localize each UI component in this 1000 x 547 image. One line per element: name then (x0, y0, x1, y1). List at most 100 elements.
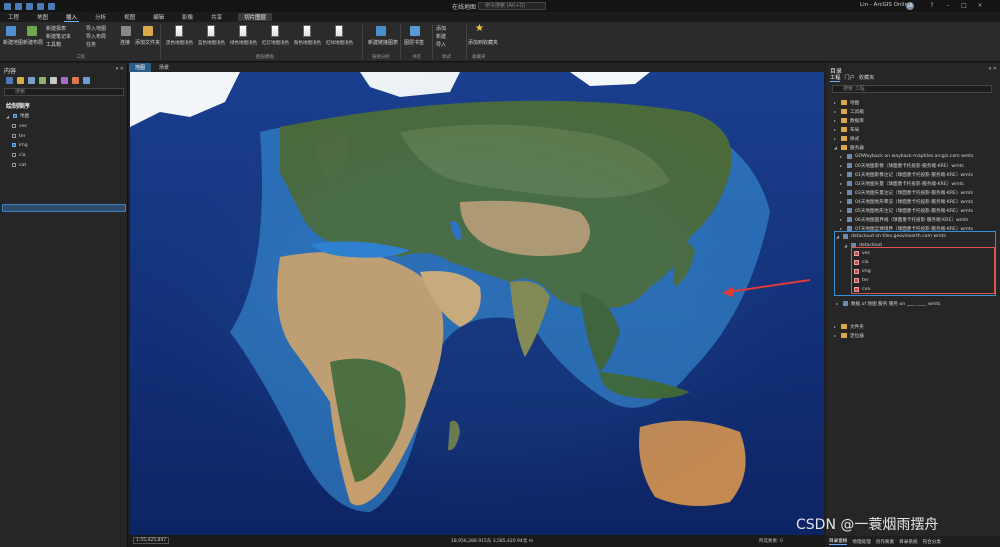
expand-arrow-icon[interactable]: ◢ (6, 114, 10, 119)
layer-row-cia[interactable]: cia (12, 151, 26, 159)
tab-project[interactable]: 工程 (830, 74, 841, 82)
expand-arrow-icon[interactable]: ▸ (834, 118, 838, 123)
layer-row-ter[interactable]: ter (12, 132, 26, 140)
maximize-icon[interactable]: □ (960, 2, 968, 10)
redo-icon[interactable] (48, 2, 55, 10)
layer-checkbox[interactable] (12, 134, 16, 138)
tab-view[interactable]: 视图 (122, 13, 137, 21)
catalog-item-toolboxes[interactable]: ▸ 工具箱 (834, 108, 864, 115)
server-connection[interactable]: ▸ 00天地图影像（球面墨卡托投影-服务端-KRE）wmts (840, 162, 964, 169)
new-report-button[interactable]: 新建报表 (46, 25, 66, 32)
server-connection[interactable]: ▸ 06天地图国界线（球面墨卡托投影-服务端-KRE）wmts (840, 216, 968, 223)
toolbox-button[interactable]: 工具箱 (46, 41, 61, 48)
save-icon[interactable] (26, 2, 33, 10)
tab-catalog-system[interactable]: 目录系统 (899, 539, 917, 545)
tab-map[interactable]: 地图 (35, 13, 50, 21)
list-by-snapping-icon[interactable] (50, 77, 57, 84)
command-search-input[interactable]: 命令搜索 (Alt+Q) (478, 2, 546, 10)
expand-arrow-icon[interactable]: ▸ (834, 100, 838, 105)
layer-row-cat[interactable]: cat (12, 161, 26, 169)
expand-arrow-icon[interactable]: ▸ (840, 172, 844, 177)
catalog-item-styles[interactable]: ▸ 样式 (834, 135, 859, 142)
add-favorite-button[interactable]: 添加到收藏夹 (468, 39, 498, 46)
server-connection[interactable]: ▸ 02天地图矢量（球面墨卡托投影-服务端-KRE）wmts (840, 180, 964, 187)
expand-arrow-icon[interactable]: ▸ (840, 199, 844, 204)
map-canvas[interactable] (130, 72, 824, 535)
list-by-drawing-order-icon[interactable] (6, 77, 13, 84)
pane-controls[interactable]: ▾ ✕ (116, 66, 124, 72)
server-connection[interactable]: ▸ 05天地图地形注记（球面墨卡托投影-服务端-KRE）wmts (840, 207, 973, 214)
basemap-gallery-item[interactable]: 蓝色地图浅色 (198, 25, 225, 46)
new-project-icon[interactable] (4, 2, 11, 10)
basemap-gallery-item[interactable]: 红灯地图浅色 (262, 25, 289, 46)
tab-share[interactable]: 共享 (209, 13, 224, 21)
basemap-gallery-item[interactable]: 粉色地图浅色 (294, 25, 321, 46)
server-connection[interactable]: ▸ 01天地图影像注记（球面墨卡托投影-服务端-KRE）wmts (840, 171, 973, 178)
server-connection[interactable]: ▸ 数据 of 地图 服务 服务 on ____ ____ wmts (836, 300, 940, 307)
new-link-chart-button[interactable]: 新建链接图表 (368, 39, 398, 46)
task-button[interactable]: 任务 (86, 41, 96, 48)
pane-controls[interactable]: ▾ ✕ (989, 66, 997, 72)
server-connection[interactable]: ▸ 03天地图矢量注记（球面墨卡托投影-服务端-KRE）wmts (840, 189, 973, 196)
new-layout-button[interactable]: 新建布局 (23, 39, 43, 46)
list-by-charts-icon[interactable] (72, 77, 79, 84)
new-style-button[interactable]: 新建 (436, 33, 446, 40)
expand-arrow-icon[interactable]: ▸ (840, 163, 844, 168)
list-by-editing-icon[interactable] (39, 77, 46, 84)
server-connection[interactable]: ▸ GOWayback on wayback-maptiles.arcgis.co… (840, 153, 974, 160)
tab-tile-layer[interactable]: 切片图层 (238, 13, 273, 21)
catalog-item-folders[interactable]: ▸ 文件夹 (834, 323, 864, 330)
add-style-button[interactable]: 添加 (436, 25, 446, 32)
list-by-perspective-icon[interactable] (83, 77, 90, 84)
catalog-item-maps[interactable]: ▸ 地图 (834, 99, 859, 106)
minimize-icon[interactable]: – (944, 2, 952, 10)
list-by-selection-icon[interactable] (28, 77, 35, 84)
tab-project[interactable]: 工程 (6, 13, 21, 21)
close-icon[interactable]: × (976, 2, 984, 10)
layer-checkbox[interactable] (12, 143, 16, 147)
list-by-labeling-icon[interactable] (61, 77, 68, 84)
new-map-button[interactable]: 新建地图 (3, 39, 23, 46)
layer-checkbox[interactable] (12, 124, 16, 128)
basemap-gallery-item[interactable]: 黑色地图浅色 (166, 25, 193, 46)
tab-insert[interactable]: 插入 (64, 13, 80, 22)
expand-arrow-icon[interactable]: ▸ (840, 208, 844, 213)
catalog-item-locators[interactable]: ▸ 定位器 (834, 332, 864, 339)
import-map-button[interactable]: 导入地图 (86, 25, 106, 32)
tab-edit[interactable]: 编辑 (151, 13, 166, 21)
layer-checkbox[interactable] (12, 153, 16, 157)
add-folder-button[interactable]: 添加文件夹 (135, 39, 160, 46)
connect-button[interactable]: 连接 (120, 39, 130, 46)
help-icon[interactable]: ? (928, 2, 936, 10)
tab-map-view[interactable]: 地图 (129, 63, 152, 72)
map-checkbox[interactable] (13, 114, 17, 118)
tab-imagery[interactable]: 影像 (180, 13, 195, 21)
basemap-gallery-item[interactable]: 绿色地图浅色 (230, 25, 257, 46)
catalog-item-layouts[interactable]: ▸ 布局 (834, 126, 859, 133)
tab-portal[interactable]: 门户 (844, 74, 854, 82)
catalog-item-databases[interactable]: ▸ 数据库 (834, 117, 864, 124)
tab-geoprocessing[interactable]: 地理处理 (852, 539, 870, 545)
map-node[interactable]: ◢ 地图 (6, 112, 29, 120)
layer-bookmark-button[interactable]: 图层书签 (404, 39, 424, 46)
expand-arrow-icon[interactable]: ▸ (836, 301, 840, 306)
tab-analysis[interactable]: 分析 (93, 13, 108, 21)
import-layout-button[interactable]: 导入布局 (86, 33, 106, 40)
expand-arrow-icon[interactable]: ▸ (834, 136, 838, 141)
expand-arrow-icon[interactable]: ◢ (834, 145, 838, 150)
expand-arrow-icon[interactable]: ▸ (834, 109, 838, 114)
tab-favorites[interactable]: 收藏夹 (859, 74, 875, 82)
list-by-source-icon[interactable] (17, 77, 24, 84)
expand-arrow-icon[interactable]: ▸ (840, 154, 844, 159)
user-name[interactable]: Lin - ArcGIS Online (860, 2, 911, 8)
tab-catalog[interactable]: 目录窗格 (829, 538, 848, 545)
expand-arrow-icon[interactable]: ▸ (840, 190, 844, 195)
server-connection[interactable]: ▸ 04天地图地形晕渲（球面墨卡托投影-服务端-KRE）wmts (840, 198, 973, 205)
open-icon[interactable] (15, 2, 22, 10)
expand-arrow-icon[interactable]: ▸ (840, 217, 844, 222)
layer-row-img[interactable]: img (12, 141, 28, 149)
expand-arrow-icon[interactable]: ▸ (834, 127, 838, 132)
tab-scene-view[interactable]: 场景 (153, 63, 175, 72)
catalog-search-input[interactable]: 搜索 工程 (832, 85, 992, 93)
import-style-button[interactable]: 导入 (436, 41, 446, 48)
